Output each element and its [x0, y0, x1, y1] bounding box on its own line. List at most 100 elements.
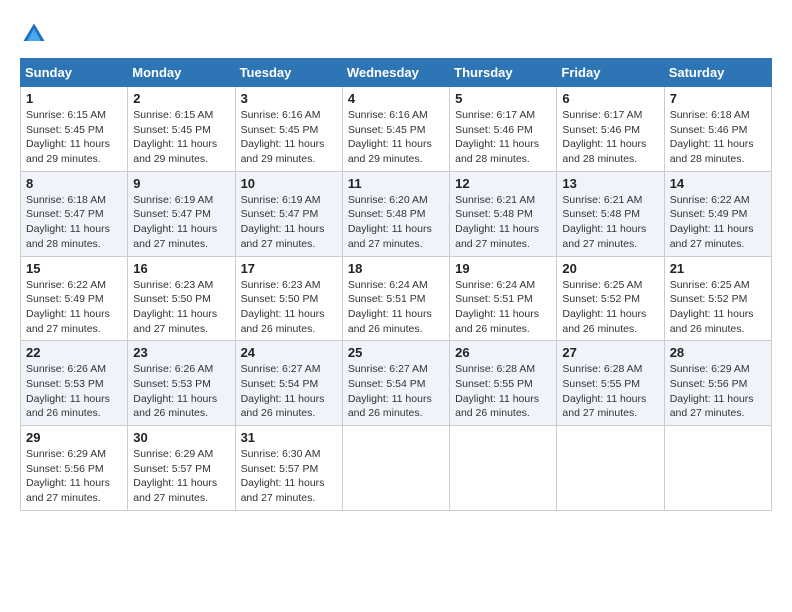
day-number: 25: [348, 345, 444, 360]
calendar-cell: 27 Sunrise: 6:28 AM Sunset: 5:55 PM Dayl…: [557, 341, 664, 426]
logo-icon: [20, 20, 48, 48]
day-info: Sunrise: 6:18 AM Sunset: 5:47 PM Dayligh…: [26, 193, 122, 252]
day-number: 7: [670, 91, 766, 106]
calendar-cell: 7 Sunrise: 6:18 AM Sunset: 5:46 PM Dayli…: [664, 87, 771, 172]
calendar-header-row: SundayMondayTuesdayWednesdayThursdayFrid…: [21, 59, 772, 87]
day-number: 8: [26, 176, 122, 191]
day-info: Sunrise: 6:26 AM Sunset: 5:53 PM Dayligh…: [26, 362, 122, 421]
day-number: 12: [455, 176, 551, 191]
day-info: Sunrise: 6:21 AM Sunset: 5:48 PM Dayligh…: [455, 193, 551, 252]
logo: [20, 20, 52, 48]
day-info: Sunrise: 6:17 AM Sunset: 5:46 PM Dayligh…: [562, 108, 658, 167]
page-header: [20, 20, 772, 48]
calendar-cell: 25 Sunrise: 6:27 AM Sunset: 5:54 PM Dayl…: [342, 341, 449, 426]
day-number: 17: [241, 261, 337, 276]
day-of-week-header: Thursday: [450, 59, 557, 87]
day-number: 4: [348, 91, 444, 106]
calendar-cell: 16 Sunrise: 6:23 AM Sunset: 5:50 PM Dayl…: [128, 256, 235, 341]
calendar-cell: 23 Sunrise: 6:26 AM Sunset: 5:53 PM Dayl…: [128, 341, 235, 426]
calendar-cell: 10 Sunrise: 6:19 AM Sunset: 5:47 PM Dayl…: [235, 171, 342, 256]
calendar-cell: [450, 426, 557, 511]
calendar-cell: 13 Sunrise: 6:21 AM Sunset: 5:48 PM Dayl…: [557, 171, 664, 256]
day-number: 23: [133, 345, 229, 360]
day-info: Sunrise: 6:29 AM Sunset: 5:56 PM Dayligh…: [26, 447, 122, 506]
day-number: 1: [26, 91, 122, 106]
day-number: 27: [562, 345, 658, 360]
calendar-cell: 3 Sunrise: 6:16 AM Sunset: 5:45 PM Dayli…: [235, 87, 342, 172]
day-info: Sunrise: 6:15 AM Sunset: 5:45 PM Dayligh…: [26, 108, 122, 167]
calendar-cell: 29 Sunrise: 6:29 AM Sunset: 5:56 PM Dayl…: [21, 426, 128, 511]
day-info: Sunrise: 6:27 AM Sunset: 5:54 PM Dayligh…: [348, 362, 444, 421]
calendar-week-row: 29 Sunrise: 6:29 AM Sunset: 5:56 PM Dayl…: [21, 426, 772, 511]
day-number: 6: [562, 91, 658, 106]
day-number: 22: [26, 345, 122, 360]
day-info: Sunrise: 6:23 AM Sunset: 5:50 PM Dayligh…: [241, 278, 337, 337]
day-number: 14: [670, 176, 766, 191]
day-info: Sunrise: 6:29 AM Sunset: 5:57 PM Dayligh…: [133, 447, 229, 506]
day-info: Sunrise: 6:29 AM Sunset: 5:56 PM Dayligh…: [670, 362, 766, 421]
calendar-cell: 4 Sunrise: 6:16 AM Sunset: 5:45 PM Dayli…: [342, 87, 449, 172]
day-number: 30: [133, 430, 229, 445]
calendar-cell: 22 Sunrise: 6:26 AM Sunset: 5:53 PM Dayl…: [21, 341, 128, 426]
calendar-week-row: 1 Sunrise: 6:15 AM Sunset: 5:45 PM Dayli…: [21, 87, 772, 172]
day-number: 19: [455, 261, 551, 276]
day-info: Sunrise: 6:16 AM Sunset: 5:45 PM Dayligh…: [241, 108, 337, 167]
day-info: Sunrise: 6:16 AM Sunset: 5:45 PM Dayligh…: [348, 108, 444, 167]
day-info: Sunrise: 6:27 AM Sunset: 5:54 PM Dayligh…: [241, 362, 337, 421]
day-of-week-header: Friday: [557, 59, 664, 87]
day-info: Sunrise: 6:28 AM Sunset: 5:55 PM Dayligh…: [562, 362, 658, 421]
day-info: Sunrise: 6:22 AM Sunset: 5:49 PM Dayligh…: [26, 278, 122, 337]
day-info: Sunrise: 6:17 AM Sunset: 5:46 PM Dayligh…: [455, 108, 551, 167]
day-number: 11: [348, 176, 444, 191]
calendar-cell: 2 Sunrise: 6:15 AM Sunset: 5:45 PM Dayli…: [128, 87, 235, 172]
calendar-cell: 14 Sunrise: 6:22 AM Sunset: 5:49 PM Dayl…: [664, 171, 771, 256]
calendar-cell: 20 Sunrise: 6:25 AM Sunset: 5:52 PM Dayl…: [557, 256, 664, 341]
calendar-cell: 1 Sunrise: 6:15 AM Sunset: 5:45 PM Dayli…: [21, 87, 128, 172]
day-number: 28: [670, 345, 766, 360]
day-number: 31: [241, 430, 337, 445]
calendar-week-row: 15 Sunrise: 6:22 AM Sunset: 5:49 PM Dayl…: [21, 256, 772, 341]
day-number: 5: [455, 91, 551, 106]
calendar-cell: 19 Sunrise: 6:24 AM Sunset: 5:51 PM Dayl…: [450, 256, 557, 341]
day-of-week-header: Saturday: [664, 59, 771, 87]
day-of-week-header: Sunday: [21, 59, 128, 87]
calendar-cell: [664, 426, 771, 511]
day-number: 9: [133, 176, 229, 191]
day-info: Sunrise: 6:25 AM Sunset: 5:52 PM Dayligh…: [670, 278, 766, 337]
calendar-cell: 28 Sunrise: 6:29 AM Sunset: 5:56 PM Dayl…: [664, 341, 771, 426]
calendar-cell: 9 Sunrise: 6:19 AM Sunset: 5:47 PM Dayli…: [128, 171, 235, 256]
calendar-week-row: 22 Sunrise: 6:26 AM Sunset: 5:53 PM Dayl…: [21, 341, 772, 426]
calendar-cell: 24 Sunrise: 6:27 AM Sunset: 5:54 PM Dayl…: [235, 341, 342, 426]
calendar-cell: 17 Sunrise: 6:23 AM Sunset: 5:50 PM Dayl…: [235, 256, 342, 341]
day-number: 15: [26, 261, 122, 276]
day-of-week-header: Tuesday: [235, 59, 342, 87]
day-info: Sunrise: 6:25 AM Sunset: 5:52 PM Dayligh…: [562, 278, 658, 337]
day-number: 21: [670, 261, 766, 276]
day-number: 24: [241, 345, 337, 360]
calendar-cell: 8 Sunrise: 6:18 AM Sunset: 5:47 PM Dayli…: [21, 171, 128, 256]
day-of-week-header: Wednesday: [342, 59, 449, 87]
day-info: Sunrise: 6:28 AM Sunset: 5:55 PM Dayligh…: [455, 362, 551, 421]
calendar-cell: 30 Sunrise: 6:29 AM Sunset: 5:57 PM Dayl…: [128, 426, 235, 511]
day-number: 16: [133, 261, 229, 276]
day-info: Sunrise: 6:15 AM Sunset: 5:45 PM Dayligh…: [133, 108, 229, 167]
day-number: 29: [26, 430, 122, 445]
day-info: Sunrise: 6:22 AM Sunset: 5:49 PM Dayligh…: [670, 193, 766, 252]
day-number: 2: [133, 91, 229, 106]
day-info: Sunrise: 6:21 AM Sunset: 5:48 PM Dayligh…: [562, 193, 658, 252]
day-number: 10: [241, 176, 337, 191]
day-of-week-header: Monday: [128, 59, 235, 87]
calendar-cell: 11 Sunrise: 6:20 AM Sunset: 5:48 PM Dayl…: [342, 171, 449, 256]
calendar-table: SundayMondayTuesdayWednesdayThursdayFrid…: [20, 58, 772, 511]
calendar-cell: 15 Sunrise: 6:22 AM Sunset: 5:49 PM Dayl…: [21, 256, 128, 341]
calendar-cell: [557, 426, 664, 511]
day-info: Sunrise: 6:26 AM Sunset: 5:53 PM Dayligh…: [133, 362, 229, 421]
day-info: Sunrise: 6:18 AM Sunset: 5:46 PM Dayligh…: [670, 108, 766, 167]
day-info: Sunrise: 6:30 AM Sunset: 5:57 PM Dayligh…: [241, 447, 337, 506]
day-number: 13: [562, 176, 658, 191]
day-number: 26: [455, 345, 551, 360]
calendar-cell: 21 Sunrise: 6:25 AM Sunset: 5:52 PM Dayl…: [664, 256, 771, 341]
calendar-cell: 12 Sunrise: 6:21 AM Sunset: 5:48 PM Dayl…: [450, 171, 557, 256]
calendar-cell: 26 Sunrise: 6:28 AM Sunset: 5:55 PM Dayl…: [450, 341, 557, 426]
day-info: Sunrise: 6:24 AM Sunset: 5:51 PM Dayligh…: [348, 278, 444, 337]
